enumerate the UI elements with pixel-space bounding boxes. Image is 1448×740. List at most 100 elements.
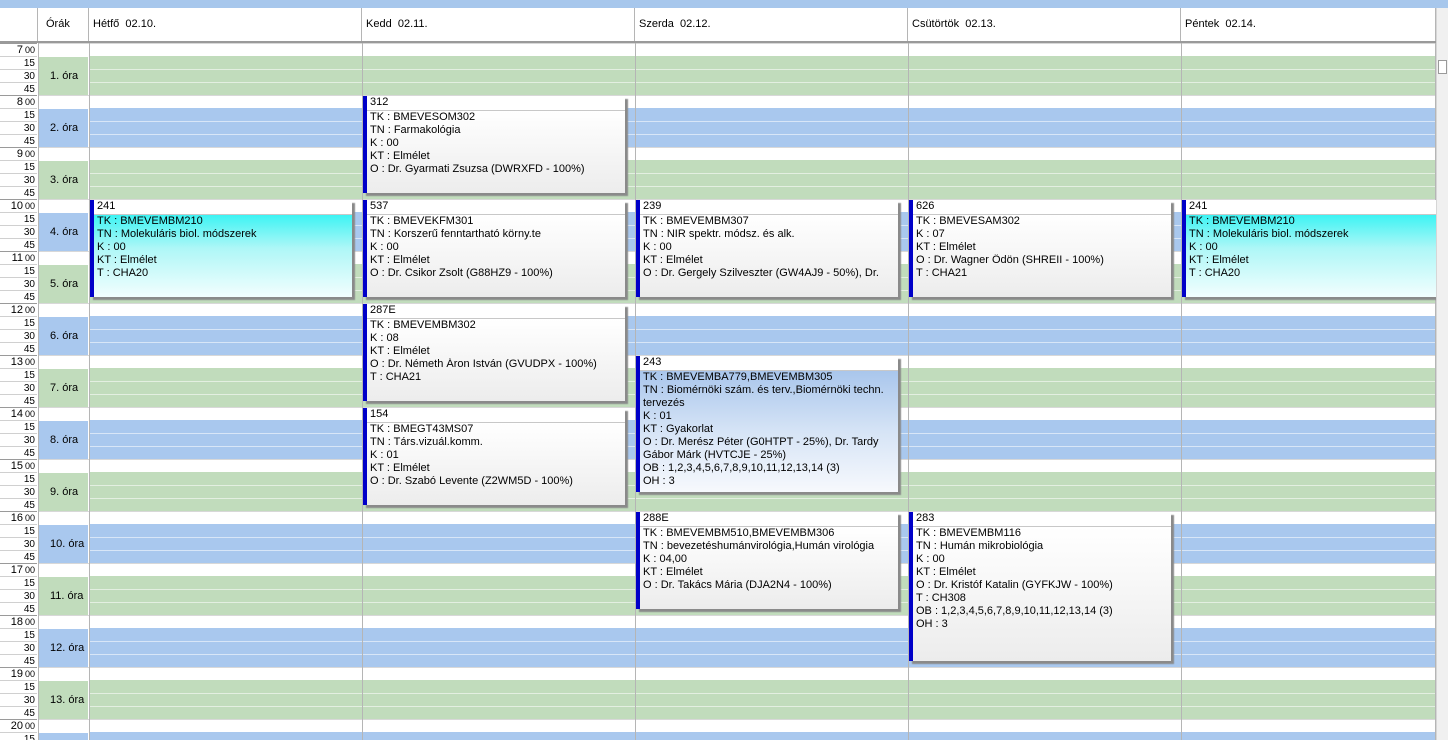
event-detail-line: TK : BMEVEMBA779,BMEVEMBM305	[643, 371, 833, 383]
header-day-name: Szerda	[639, 18, 674, 30]
event-details: TK : BMEVEMBA779,BMEVEMBM305 TN : Biomérn…	[640, 371, 898, 492]
hour-minute: 00	[24, 201, 35, 211]
minute-label: 30	[0, 433, 37, 446]
course-event[interactable]: 288E TK : BMEVEMBM510,BMEVEMBM306 TN : bev…	[636, 512, 898, 609]
event-detail-line: KT : Elmélet	[370, 150, 430, 162]
course-event[interactable]: 283 TK : BMEVEMBM116 TN : Humán mikrobioló…	[909, 512, 1171, 661]
hour-label: 7 00	[0, 43, 37, 56]
event-details: TK : BMEVEMBM510,BMEVEMBM306 TN : bevezet…	[640, 527, 898, 609]
course-event[interactable]: 287E TK : BMEVEMBM302 K : 08 KT : Elmélet O …	[363, 304, 625, 401]
hour-number: 12	[10, 304, 23, 316]
header-day-name: Csütörtök	[912, 18, 960, 30]
minute-label: 30	[0, 225, 37, 238]
event-detail-line: T : CHA21	[370, 371, 422, 383]
event-detail-line: K : 04,00	[643, 553, 688, 565]
event-detail-line: KT : Gyakorlat	[643, 423, 714, 435]
hour-minute: 00	[24, 617, 35, 627]
minute-label: 45	[0, 446, 37, 459]
hour-minute: 00	[24, 461, 35, 471]
hour-minute: 00	[24, 565, 35, 575]
event-detail-line: OH : 3	[643, 475, 675, 487]
event-detail-line: O : Dr. Szabó Levente (Z2WM5D - 100%)	[370, 475, 573, 487]
event-detail-line: K : 00	[370, 241, 399, 253]
event-detail-line: K : 00	[1189, 241, 1218, 253]
header-day-name: Péntek	[1185, 18, 1220, 30]
scrollbar-thumb[interactable]	[1438, 60, 1447, 74]
vertical-scrollbar[interactable]	[1436, 8, 1448, 740]
hour-number: 19	[10, 668, 23, 680]
event-detail-line: OB : 1,2,3,4,5,6,7,8,9,10,11,12,13,14 (3…	[916, 605, 1113, 617]
event-detail-line: TK : BMEVEMBM510,BMEVEMBM306	[643, 527, 835, 539]
event-detail-line: T : CHA20	[97, 267, 149, 279]
event-detail-line: TK : BMEVEMBM116	[916, 527, 1021, 539]
slot-band	[89, 56, 1436, 95]
minute-label: 45	[0, 82, 37, 95]
event-detail-line: KT : Elmélet	[370, 254, 430, 266]
header-day-2[interactable]: Kedd 02.11.	[362, 8, 635, 41]
slot-label: 4. óra	[38, 212, 88, 251]
slot-label: 10. óra	[38, 524, 88, 563]
event-room-code: 243	[640, 356, 898, 371]
quarter-line	[89, 693, 1436, 694]
course-event[interactable]: 312 TK : BMEVESOM302 TN : Farmakológia K : …	[363, 96, 625, 193]
course-event[interactable]: 239 TK : BMEVEMBM307 TN : NIR spektr. móds…	[636, 200, 898, 297]
hour-minute: 00	[24, 513, 35, 523]
hour-label: 13 00	[0, 355, 37, 368]
course-event[interactable]: 241 TK : BMEVEMBM210 TN : Molekuláris biol…	[90, 200, 352, 297]
event-detail-line: KT : Elmélet	[643, 254, 703, 266]
header-day-date: 02.11.	[397, 18, 428, 30]
slot-label: 7. óra	[38, 368, 88, 407]
event-detail-line: TN : Biomérnöki szám. és terv.,Biomérnök…	[643, 384, 884, 409]
minute-label: 15	[0, 680, 37, 693]
event-detail-line: K : 00	[916, 553, 945, 565]
event-detail-line: O : Dr. Wagner Ödön (SHREII - 100%)	[916, 254, 1104, 266]
minute-label: 45	[0, 134, 37, 147]
course-event[interactable]: 243 TK : BMEVEMBA779,BMEVEMBM305 TN : Biom…	[636, 356, 898, 492]
slot-label: 3. óra	[38, 160, 88, 199]
hour-number: 18	[10, 616, 23, 628]
slot-label: 1. óra	[38, 56, 88, 95]
course-event[interactable]: 154 TK : BMEGT43MS07 TN : Társ.vizuál.komm…	[363, 408, 625, 505]
quarter-line	[89, 706, 1436, 707]
event-detail-line: KT : Elmélet	[97, 254, 157, 266]
header-day-1[interactable]: Hétfő 02.10.	[89, 8, 362, 41]
slot-band	[89, 160, 1436, 199]
hour-label: 11 00	[0, 251, 37, 264]
hour-label: 9 00	[0, 147, 37, 160]
slot-label: 13. óra	[38, 680, 88, 719]
hour-number: 10	[10, 200, 23, 212]
course-event[interactable]: 626 TK : BMEVESAM302 K : 07 KT : Elmélet O :…	[909, 200, 1171, 297]
quarter-line	[89, 134, 1436, 135]
minute-label: 45	[0, 290, 37, 303]
header-day-5[interactable]: Péntek 02.14.	[1181, 8, 1436, 41]
minute-label: 30	[0, 537, 37, 550]
column-separator	[1181, 43, 1182, 740]
quarter-line	[89, 641, 1436, 642]
event-detail-line: O : Dr. Csikor Zsolt (G88HZ9 - 100%)	[370, 267, 553, 279]
minute-label: 30	[0, 69, 37, 82]
hour-number: 17	[10, 564, 23, 576]
event-room-code: 287E	[367, 304, 625, 319]
hour-minute: 00	[24, 97, 35, 107]
slot-label: 5. óra	[38, 264, 88, 303]
minute-label: 15	[0, 576, 37, 589]
course-event[interactable]: 241 TK : BMEVEMBM210 TN : Molekuláris biol…	[1182, 200, 1436, 297]
header-slots-label: Órák	[38, 8, 89, 41]
event-detail-line: O : Dr. Gergely Szilveszter (GW4AJ9 - 50…	[643, 267, 879, 279]
event-detail-line: TN : NIR spektr. módsz. és alk.	[643, 228, 795, 240]
slot-band	[89, 732, 1436, 740]
slot-label: 9. óra	[38, 472, 88, 511]
hour-label: 14 00	[0, 407, 37, 420]
event-detail-line: TN : Molekuláris biol. módszerek	[97, 228, 257, 240]
hour-label: 12 00	[0, 303, 37, 316]
event-detail-line: KT : Elmélet	[643, 566, 703, 578]
timetable-grid[interactable]: 1. óra 2. óra 3. óra 4. óra 5. óra 6. óra 7. ó…	[0, 43, 1436, 740]
minute-label: 15	[0, 472, 37, 485]
header-day-4[interactable]: Csütörtök 02.13.	[908, 8, 1181, 41]
minute-label: 30	[0, 485, 37, 498]
event-room-code: 288E	[640, 512, 898, 527]
header-day-3[interactable]: Szerda 02.12.	[635, 8, 908, 41]
course-event[interactable]: 537 TK : BMEVEKFM301 TN : Korszerű fenntar…	[363, 200, 625, 297]
event-detail-line: TK : BMEGT43MS07	[370, 423, 474, 435]
event-detail-line: K : 01	[370, 449, 399, 461]
